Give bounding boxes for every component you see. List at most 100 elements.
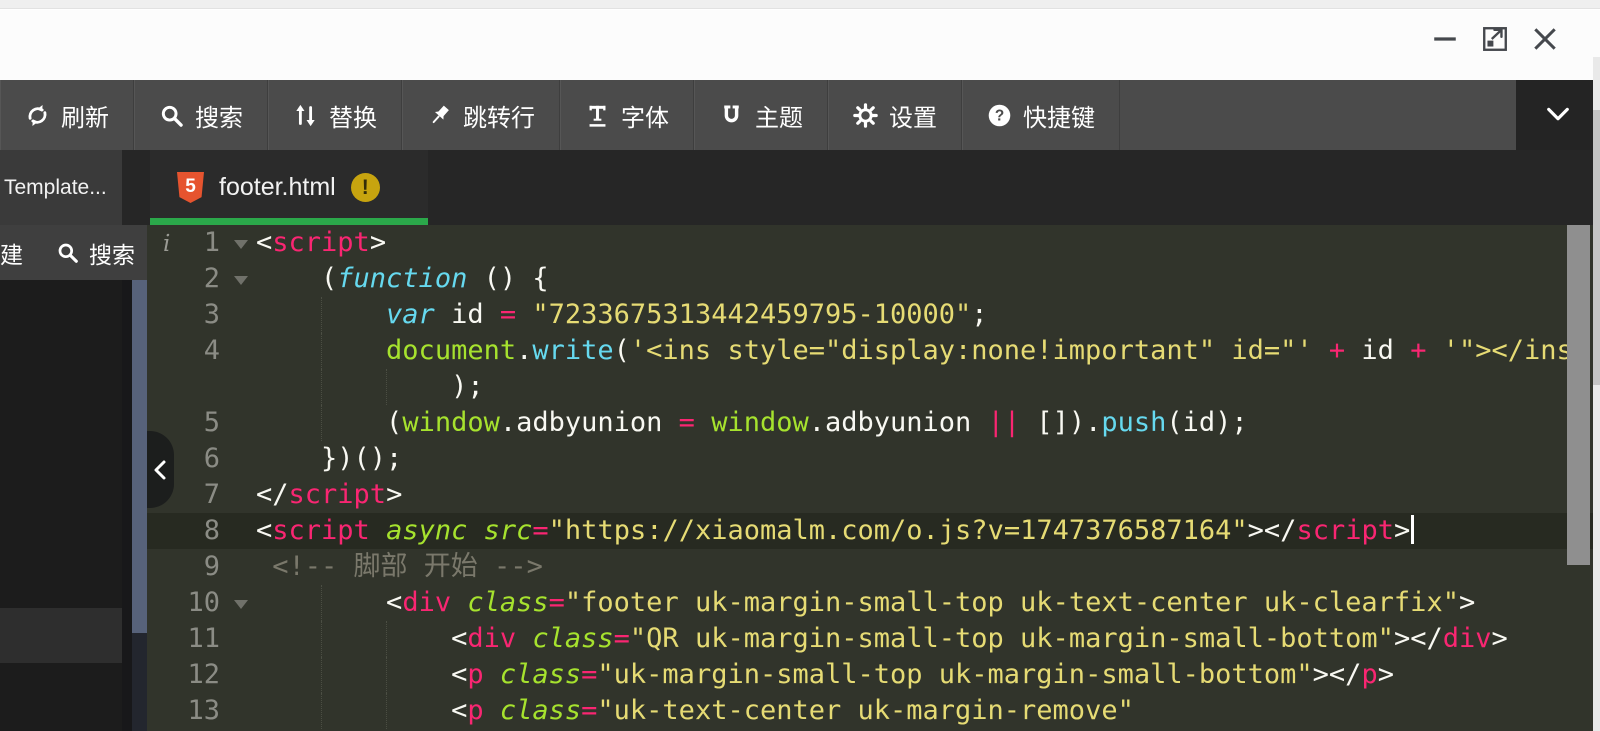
line-number: 8 bbox=[204, 513, 220, 549]
sidebar-scrollbar[interactable] bbox=[132, 280, 147, 731]
code-token: p bbox=[1361, 659, 1377, 690]
code-text[interactable]: document.write('<ins style="display:none… bbox=[256, 333, 1600, 369]
toolbar-button-font[interactable]: 字体 bbox=[560, 80, 694, 150]
toolbar-button-goto-line[interactable]: 跳转行 bbox=[402, 80, 560, 150]
code-token: id bbox=[435, 299, 500, 330]
code-text[interactable]: (window.adbyunion = window.adbyunion || … bbox=[256, 405, 1600, 441]
code-text[interactable]: var id = "7233675313442459795-10000"; bbox=[256, 297, 1600, 333]
code-text[interactable]: <p class="uk-margin-small-top uk-margin-… bbox=[256, 657, 1600, 693]
toolbar-label-goto-line: 跳转行 bbox=[463, 98, 535, 133]
code-token: div bbox=[1443, 623, 1492, 654]
toolbar-collapse-button[interactable] bbox=[1516, 80, 1600, 150]
code-token: > bbox=[386, 479, 402, 510]
window-controls bbox=[1428, 24, 1562, 58]
code-token: script bbox=[1296, 515, 1394, 546]
code-token: <!-- 脚部 开始 --> bbox=[272, 551, 543, 582]
indent-guide bbox=[321, 657, 322, 693]
code-token: "uk-margin-small-top uk-margin-small-bot… bbox=[597, 659, 1312, 690]
indent-guide bbox=[321, 621, 322, 657]
code-token: "7233675313442459795-10000" bbox=[532, 299, 971, 330]
code-token: + bbox=[1329, 335, 1345, 366]
code-token: window bbox=[711, 407, 809, 438]
pin-icon bbox=[426, 102, 452, 128]
code-token: window bbox=[402, 407, 500, 438]
close-icon bbox=[1531, 25, 1559, 58]
code-text[interactable]: <script async src="https://xiaomalm.com/… bbox=[256, 513, 1600, 549]
line-number: 7 bbox=[204, 477, 220, 513]
code-token: "footer uk-margin-small-top uk-text-cent… bbox=[565, 587, 1459, 618]
tab-footer-html[interactable]: 5 footer.html ! bbox=[150, 150, 428, 225]
sidebar-header[interactable]: Template... bbox=[0, 150, 122, 225]
code-text[interactable]: (function () { bbox=[256, 261, 1600, 297]
fold-arrow-icon[interactable] bbox=[234, 276, 248, 285]
code-text[interactable]: </script> bbox=[256, 477, 1600, 513]
code-token bbox=[695, 407, 711, 438]
code-token: ></ bbox=[1394, 623, 1443, 654]
code-token bbox=[484, 659, 500, 690]
code-line-8: 8 <script async src="https://xiaomalm.com… bbox=[147, 513, 1600, 549]
code-token: || bbox=[988, 407, 1021, 438]
toolbar-button-settings[interactable]: 设置 bbox=[828, 80, 962, 150]
code-editor[interactable]: i1<script>2 (function () {3 var id = "72… bbox=[147, 225, 1600, 731]
code-text[interactable]: <!-- 脚部 开始 --> bbox=[256, 549, 1600, 585]
maximize-button[interactable] bbox=[1478, 24, 1512, 58]
code-token: document bbox=[386, 335, 516, 366]
window-scrollbar[interactable] bbox=[1593, 57, 1600, 731]
code-text[interactable]: <div class="footer uk-margin-small-top u… bbox=[256, 585, 1600, 621]
code-line-4: 4 document.write('<ins style="display:no… bbox=[147, 333, 1600, 369]
file-tree-panel[interactable] bbox=[0, 280, 122, 731]
code-token: "https://xiaomalm.com/o.js?v=17473765871… bbox=[549, 515, 1248, 546]
code-text[interactable]: <div class="QR uk-margin-small-top uk-ma… bbox=[256, 621, 1600, 657]
toolbar-button-replace[interactable]: 替换 bbox=[268, 80, 402, 150]
code-line-1: i1<script> bbox=[147, 225, 1600, 261]
toolbar-button-shortcuts[interactable]: ?快捷键 bbox=[962, 80, 1120, 150]
window-scrollbar-thumb[interactable] bbox=[1593, 110, 1600, 385]
line-number: 4 bbox=[204, 333, 220, 369]
editor-scrollbar[interactable] bbox=[1567, 225, 1590, 731]
indent-guide bbox=[386, 369, 387, 405]
code-text[interactable]: <script> bbox=[256, 225, 1600, 261]
editor-toolbar: 刷新搜索替换 跳转行 字体主题 设置 ?快捷键 bbox=[0, 80, 1600, 150]
indent-guide bbox=[321, 369, 322, 405]
line-number: 12 bbox=[187, 657, 220, 693]
code-line-wrap: ); bbox=[147, 369, 1600, 405]
code-token: script bbox=[272, 227, 370, 258]
editor-scrollbar-thumb[interactable] bbox=[1567, 225, 1590, 565]
sidebar-collapse-handle[interactable] bbox=[147, 431, 174, 508]
new-file-button[interactable]: 建 bbox=[0, 236, 26, 270]
minimize-button[interactable] bbox=[1428, 24, 1462, 58]
sidebar-scrollbar-thumb[interactable] bbox=[132, 280, 147, 633]
fold-arrow-icon[interactable] bbox=[234, 240, 248, 249]
code-line-7: 7 </script> bbox=[147, 477, 1600, 513]
toolbar-label-settings: 设置 bbox=[889, 98, 937, 133]
code-token: ( bbox=[256, 263, 337, 294]
tree-search-button[interactable]: 搜索 bbox=[54, 236, 135, 270]
tree-selected-row[interactable] bbox=[0, 608, 122, 663]
sidebar-divider bbox=[122, 280, 132, 731]
code-token: .adbyunion bbox=[500, 407, 679, 438]
gutter: 10 bbox=[147, 585, 256, 621]
close-button[interactable] bbox=[1528, 24, 1562, 58]
toolbar-button-refresh[interactable]: 刷新 bbox=[0, 80, 134, 150]
code-token: ></ bbox=[1248, 515, 1297, 546]
toolbar-label-font: 字体 bbox=[621, 98, 669, 133]
toolbar-button-theme[interactable]: 主题 bbox=[694, 80, 828, 150]
code-line-11: 11 <div class="QR uk-margin-small-top uk… bbox=[147, 621, 1600, 657]
code-token bbox=[256, 551, 272, 582]
fold-arrow-icon[interactable] bbox=[234, 600, 248, 609]
code-token bbox=[370, 515, 386, 546]
code-token: p bbox=[467, 659, 483, 690]
code-token: = bbox=[549, 587, 565, 618]
code-token: []). bbox=[1020, 407, 1101, 438]
search-icon bbox=[54, 240, 80, 266]
code-token: < bbox=[256, 587, 402, 618]
toolbar-label-shortcuts: 快捷键 bbox=[1023, 98, 1095, 133]
minimize-icon bbox=[1431, 25, 1459, 58]
code-token bbox=[516, 299, 532, 330]
tab-bar: Template... 5 footer.html ! bbox=[0, 150, 1600, 225]
toolbar-button-search[interactable]: 搜索 bbox=[134, 80, 268, 150]
code-text[interactable]: ); bbox=[256, 369, 1600, 405]
code-text[interactable]: })(); bbox=[256, 441, 1600, 477]
code-token: = bbox=[614, 623, 630, 654]
code-text[interactable]: <p class="uk-text-center uk-margin-remov… bbox=[256, 693, 1600, 729]
